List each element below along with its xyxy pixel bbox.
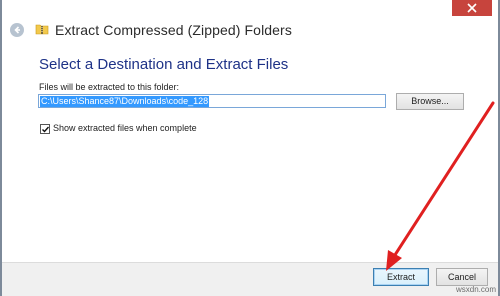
close-icon — [467, 3, 477, 13]
folder-zip-icon — [35, 24, 49, 35]
watermark-text: wsxdn.com — [455, 285, 496, 294]
window-title: Extract Compressed (Zipped) Folders — [55, 22, 292, 38]
close-button[interactable] — [452, 0, 492, 16]
page-heading: Select a Destination and Extract Files — [39, 56, 289, 73]
back-button[interactable] — [10, 23, 24, 37]
back-arrow-icon — [14, 26, 20, 34]
cancel-button[interactable]: Cancel — [436, 268, 488, 286]
show-files-label[interactable]: Show extracted files when complete — [53, 123, 197, 133]
extract-dialog: Extract Compressed (Zipped) Folders Sele… — [0, 0, 500, 296]
dialog-footer: Extract Cancel — [2, 262, 498, 296]
checkmark-icon — [42, 126, 50, 133]
destination-label: Files will be extracted to this folder: — [39, 82, 180, 92]
title-bar: Extract Compressed (Zipped) Folders — [2, 0, 498, 46]
destination-path-text: C:\Users\Shance87\Downloads\code_128 — [40, 96, 210, 107]
browse-button[interactable]: Browse... — [396, 93, 464, 110]
show-files-checkbox[interactable] — [40, 124, 50, 134]
extract-button[interactable]: Extract — [373, 268, 429, 286]
